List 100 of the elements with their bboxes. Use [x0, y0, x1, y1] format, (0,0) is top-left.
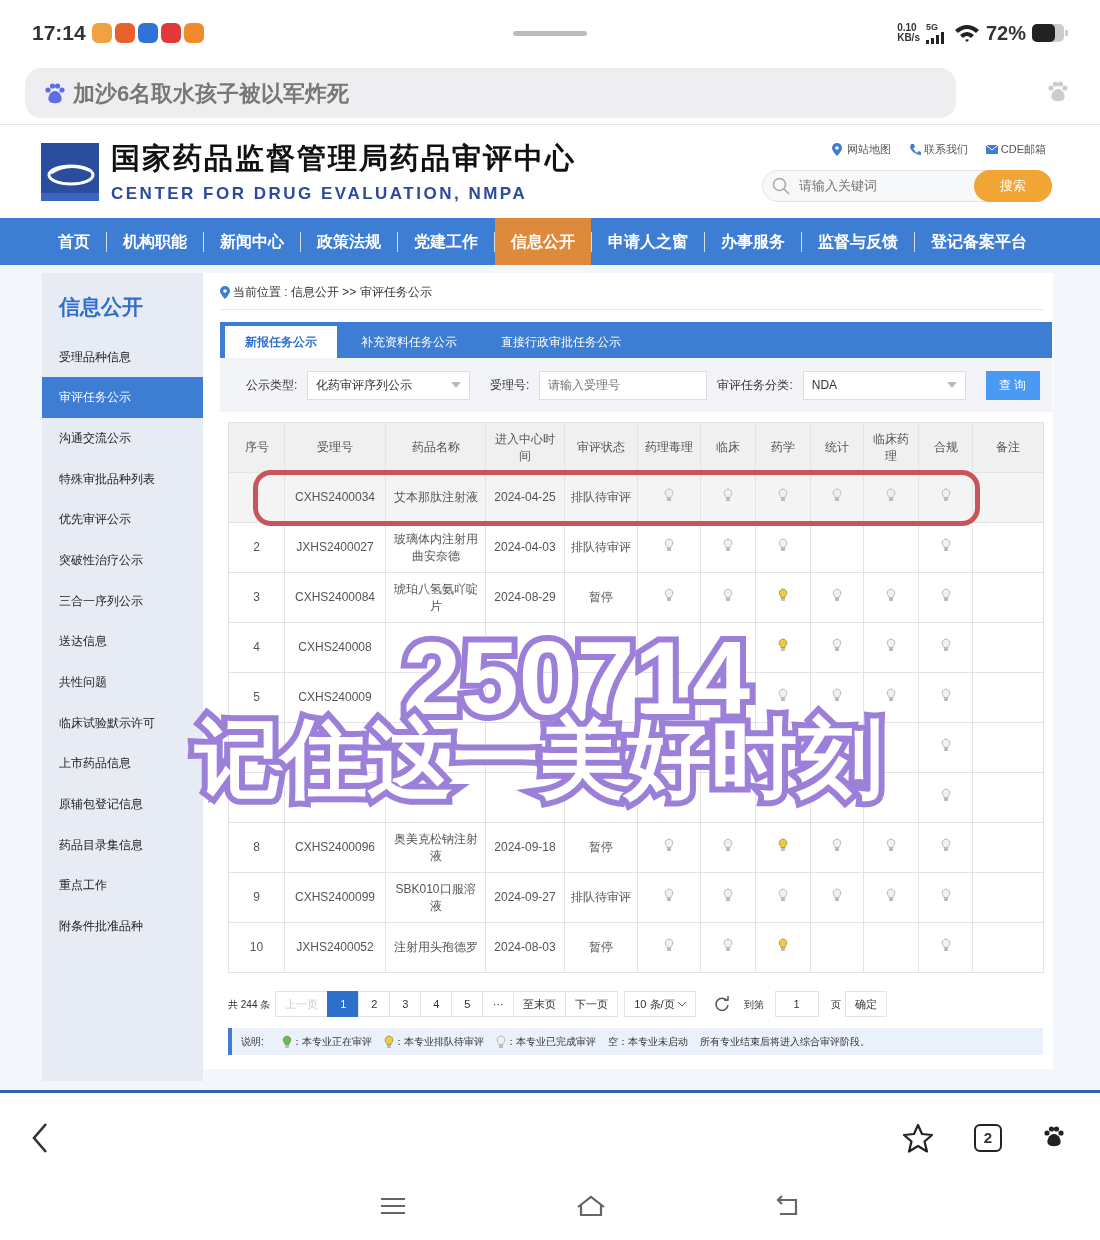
menu-icon[interactable] — [380, 1195, 406, 1216]
page-size-select[interactable]: 10 条/页 — [624, 991, 696, 1017]
sidebar-item[interactable]: 沟通交流公示 — [42, 417, 203, 459]
column-header: 临床 — [700, 422, 756, 473]
search-query: 加沙6名取水孩子被以军炸死 — [73, 79, 350, 108]
filter-label: 受理号: — [490, 377, 530, 394]
nav-tab[interactable]: 政策法规 — [301, 218, 397, 265]
table-cell: 艾本那肽注射液 — [393, 490, 478, 504]
column-header: 合规 — [918, 422, 973, 473]
column-header: 序号 — [228, 422, 285, 473]
location-pin-icon — [831, 143, 844, 156]
wifi-icon — [953, 23, 980, 43]
sidebar-item[interactable]: 三合一序列公示 — [42, 580, 203, 622]
table-cell: 2 — [253, 540, 260, 554]
page-button[interactable]: 4 — [420, 991, 453, 1017]
network-type: 5G — [925, 22, 939, 32]
tab[interactable]: 补充资料任务公示 — [341, 326, 477, 358]
total-count: 共 244 条 — [228, 997, 271, 1012]
nav-tab[interactable]: 办事服务 — [705, 218, 801, 265]
select-value: NDA — [811, 377, 838, 394]
tab[interactable]: 新报任务公示 — [225, 326, 337, 358]
select-field[interactable]: NDA — [802, 370, 966, 400]
sidebar-item[interactable]: 受理品种信息 — [42, 336, 203, 378]
table-cell: 排队待审评 — [571, 490, 631, 504]
table-cell: CXHS240008 — [298, 640, 372, 654]
table-cell: 8 — [253, 840, 260, 854]
table-cell: CXHS2400096 — [294, 840, 376, 854]
last-page-button[interactable]: 至末页 — [513, 991, 567, 1017]
nav-tab[interactable]: 党建工作 — [398, 218, 494, 265]
page-unit-label: 页 — [830, 997, 841, 1012]
sidebar-item[interactable]: 送达信息 — [42, 621, 203, 662]
page-button[interactable]: ··· — [482, 991, 515, 1017]
tab-count-button[interactable]: 2 — [974, 1124, 1002, 1152]
phone-icon — [908, 143, 921, 156]
legend-label: 说明: — [241, 1035, 264, 1049]
table-cell: 4 — [253, 640, 260, 654]
column-header: 药学 — [755, 422, 811, 473]
table-cell: 2024-04-25 — [494, 490, 556, 504]
sidebar-item[interactable]: 药品目录集信息 — [42, 824, 203, 866]
sidebar-item[interactable]: 审评任务公示 — [42, 377, 203, 418]
return-icon[interactable] — [776, 1194, 800, 1217]
table-cell: 3 — [253, 590, 260, 604]
search-icon — [772, 176, 790, 195]
nav-tab[interactable]: 机构职能 — [107, 218, 203, 265]
sidebar-item[interactable]: 共性问题 — [42, 662, 203, 703]
battery-level: 72% — [985, 21, 1026, 46]
column-header: 备注 — [972, 422, 1044, 473]
page-input[interactable]: 1 — [774, 991, 819, 1017]
page-button[interactable]: 2 — [358, 991, 391, 1017]
sidebar-item[interactable]: 重点工作 — [42, 865, 203, 907]
battery-icon — [1032, 23, 1068, 43]
sidebar-item[interactable]: 附条件批准品种 — [42, 906, 203, 947]
browser-search-field[interactable]: 加沙6名取水孩子被以军炸死 — [25, 68, 956, 118]
input-field[interactable]: 请输入受理号 — [539, 370, 708, 400]
page-button[interactable]: 1 — [327, 991, 360, 1017]
refresh-icon[interactable] — [713, 996, 730, 1012]
tab[interactable]: 直接行政审批任务公示 — [481, 326, 641, 358]
sidebar-item[interactable]: 突破性治疗公示 — [42, 539, 203, 581]
legend-text: ：本专业排队待审评 — [393, 1035, 484, 1049]
table-cell: 琥珀八氢氨吖啶片 — [393, 581, 478, 613]
table-cell: 注射用头孢德罗 — [393, 940, 478, 954]
table-cell: CXHS2400084 — [294, 590, 376, 604]
caret-icon — [451, 382, 462, 388]
table-cell: CXHS240009 — [298, 690, 372, 704]
paw-icon — [43, 82, 67, 104]
select-field[interactable]: 化药审评序列公示 — [307, 370, 471, 400]
star-icon[interactable] — [902, 1123, 934, 1153]
sidebar-item[interactable]: 特殊审批品种列表 — [42, 458, 203, 500]
column-header: 临床药理 — [863, 422, 919, 473]
nav-tab[interactable]: 申请人之窗 — [592, 218, 704, 265]
column-header: 药品名称 — [385, 422, 486, 473]
chevron-icon — [677, 1001, 686, 1007]
page-button[interactable]: 3 — [389, 991, 422, 1017]
table-cell: 奥美克松钠注射液 — [393, 831, 478, 863]
sidebar-item[interactable]: 优先审评公示 — [42, 499, 203, 540]
drag-handle[interactable] — [513, 30, 588, 36]
table-cell: 暂停 — [589, 940, 613, 954]
nav-tab[interactable]: 监督与反馈 — [802, 218, 914, 265]
nav-tab[interactable]: 新闻中心 — [204, 218, 300, 265]
site-subtitle: CENTER FOR DRUG EVALUATION, NMPA — [111, 182, 529, 205]
header-link[interactable]: CDE邮箱 — [985, 141, 1046, 158]
table-cell: SBK010口服溶液 — [395, 881, 476, 913]
back-icon[interactable] — [30, 1122, 50, 1154]
next-page-button[interactable]: 下一页 — [565, 991, 619, 1017]
filter-label: 审评任务分类: — [717, 377, 793, 394]
home-icon[interactable] — [576, 1194, 606, 1217]
header-link[interactable]: 联系我们 — [908, 141, 968, 158]
table-cell: CXHS2400099 — [294, 890, 376, 904]
table-cell: 2024-09-18 — [494, 840, 556, 854]
nav-tab[interactable]: 首页 — [42, 218, 106, 265]
status-time: 17:14 — [32, 20, 86, 47]
nav-tab[interactable]: 登记备案平台 — [915, 218, 1043, 265]
legend-text: ：本专业正在审评 — [291, 1035, 372, 1049]
legend-note: 空：本专业未启动 — [607, 1035, 688, 1049]
confirm-button[interactable]: 确定 — [844, 991, 887, 1017]
table-cell: JXHS2400052 — [296, 940, 374, 954]
header-link[interactable]: 网站地图 — [831, 141, 891, 158]
table-cell: 排队待审评 — [571, 540, 631, 554]
speed-unit: KB/s — [897, 33, 920, 43]
page-button[interactable]: 5 — [451, 991, 484, 1017]
